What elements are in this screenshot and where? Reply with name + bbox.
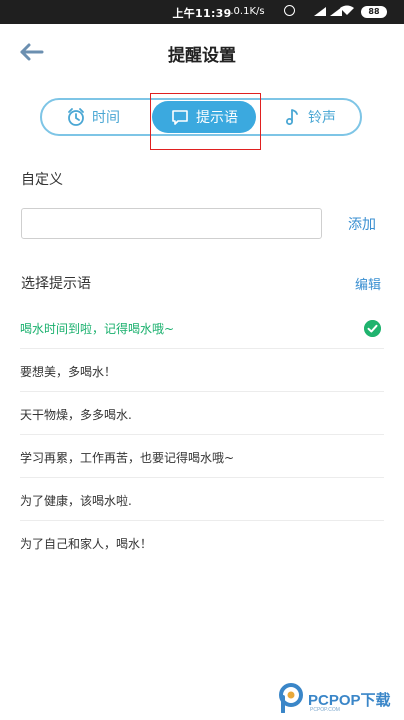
tip-text: 为了自己和家人，喝水！	[20, 537, 153, 551]
tab-ringtone-label: 铃声	[308, 110, 336, 126]
select-tip-label: 选择提示语	[21, 276, 91, 292]
tip-item[interactable]: 喝水时间到啦，记得喝水哦~	[20, 306, 384, 349]
network-speed: ...0.1K/s	[224, 6, 265, 17]
watermark: PCPOP下载 PCPOP.COM	[262, 680, 404, 720]
battery-icon: 88	[361, 6, 387, 18]
add-button[interactable]: 添加	[348, 214, 376, 234]
tip-item[interactable]: 天干物燥，多多喝水.	[20, 392, 384, 435]
wifi-icon	[340, 5, 354, 15]
custom-tip-input[interactable]	[21, 208, 322, 239]
status-bar: 上午11:39 ...0.1K/s 88	[0, 0, 404, 24]
signal-icon	[314, 7, 326, 16]
alarm-status-icon	[284, 5, 295, 16]
check-icon	[364, 320, 381, 337]
tip-text: 天干物燥，多多喝水.	[20, 408, 132, 422]
custom-label: 自定义	[21, 172, 63, 188]
tip-item[interactable]: 为了健康，该喝水啦.	[20, 478, 384, 521]
tip-item[interactable]: 为了自己和家人，喝水！	[20, 521, 384, 564]
tip-item[interactable]: 学习再累，工作再苦，也要记得喝水哦~	[20, 435, 384, 478]
highlight-annotation-box	[150, 93, 261, 150]
music-note-icon	[286, 109, 298, 125]
tip-text: 学习再累，工作再苦，也要记得喝水哦~	[20, 451, 235, 465]
tab-time-label: 时间	[92, 110, 120, 126]
edit-button[interactable]: 编辑	[355, 274, 381, 293]
tip-list: 喝水时间到啦，记得喝水哦~ 要想美，多喝水！ 天干物燥，多多喝水. 学习再累，工…	[20, 306, 384, 564]
tab-time[interactable]: 时间	[66, 100, 120, 134]
header: 提醒设置	[0, 24, 404, 80]
page-title: 提醒设置	[168, 46, 236, 66]
pcpop-logo-icon	[279, 683, 303, 713]
tip-text: 喝水时间到啦，记得喝水哦~	[20, 322, 175, 336]
tab-ringtone[interactable]: 铃声	[282, 100, 336, 134]
tip-text: 要想美，多喝水！	[20, 365, 117, 379]
alarm-clock-icon	[68, 108, 84, 126]
tip-text: 为了健康，该喝水啦.	[20, 494, 132, 508]
watermark-sub: PCPOP.COM	[310, 707, 340, 713]
tip-item[interactable]: 要想美，多喝水！	[20, 349, 384, 392]
